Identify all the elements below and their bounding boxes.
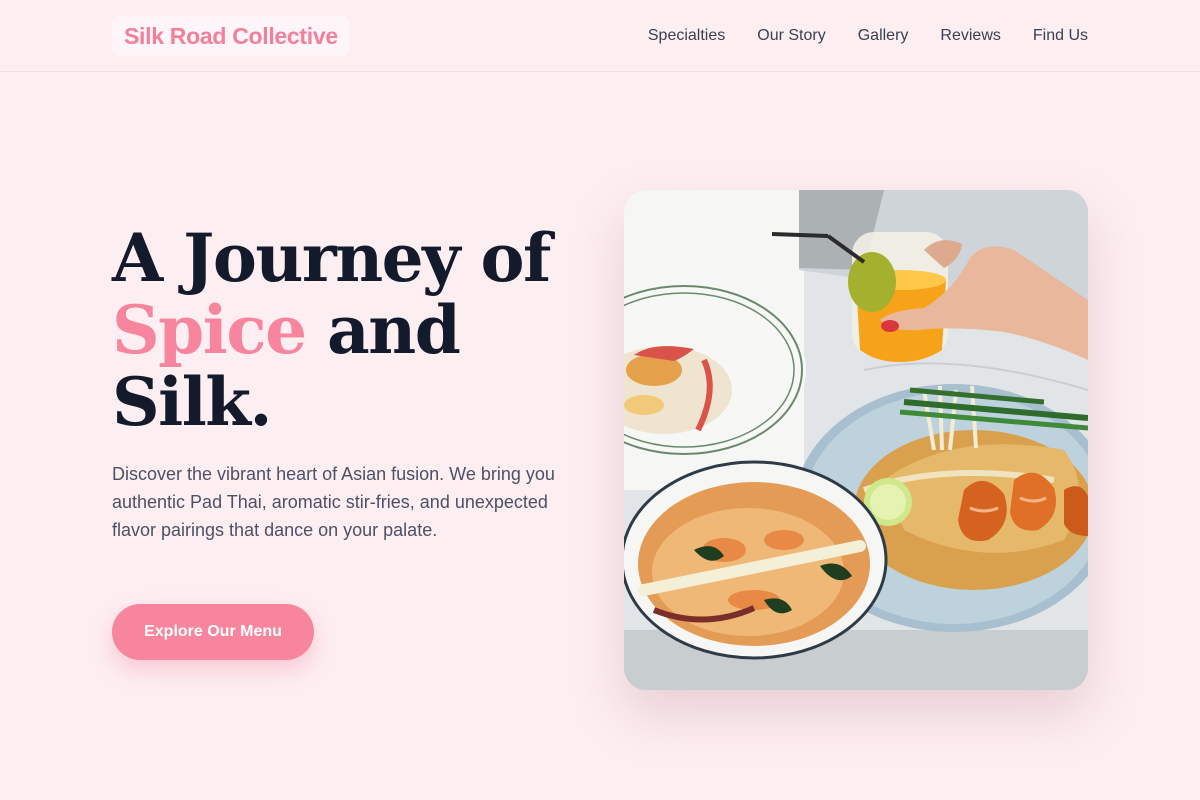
food-illustration (624, 190, 1088, 690)
main-nav: Specialties Our Story Gallery Reviews Fi… (648, 0, 1088, 72)
nav-link-reviews[interactable]: Reviews (940, 27, 1000, 45)
nav-link-specialties[interactable]: Specialties (648, 27, 725, 45)
explore-menu-button[interactable]: Explore Our Menu (112, 604, 314, 660)
site-header: Silk Road Collective Specialties Our Sto… (0, 0, 1200, 72)
hero-headline: A Journey of Spice and Silk. (112, 222, 592, 438)
hero-food-image (624, 190, 1088, 690)
headline-line-2-rest: and (327, 291, 461, 369)
headline-line-3: Silk. (112, 363, 273, 441)
headline-accent-word: Spice (112, 291, 307, 369)
hero-description: Discover the vibrant heart of Asian fusi… (112, 464, 555, 540)
nav-link-our-story[interactable]: Our Story (757, 27, 825, 45)
headline-line-1: A Journey of (112, 219, 551, 297)
nav-link-find-us[interactable]: Find Us (1033, 27, 1088, 45)
nav-link-gallery[interactable]: Gallery (858, 27, 909, 45)
site-logo[interactable]: Silk Road Collective (112, 16, 350, 56)
